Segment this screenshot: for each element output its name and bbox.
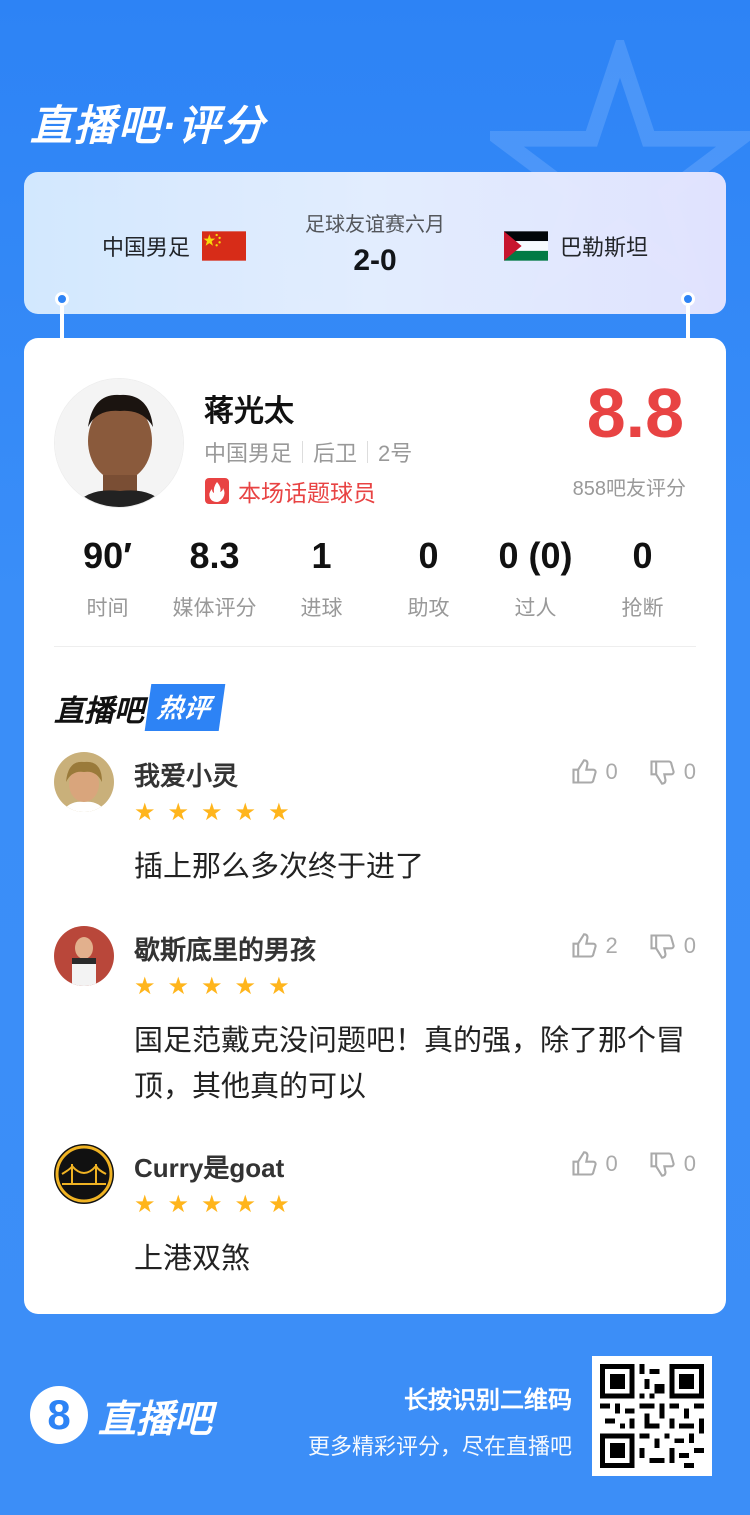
- star-rating: ★ ★ ★ ★ ★: [134, 1190, 290, 1219]
- qr-hint: 长按识别二维码: [404, 1387, 572, 1414]
- thumbs-up-icon: [571, 759, 597, 784]
- comment-text: 上港双煞: [134, 1243, 251, 1275]
- hot-player-tag: 本场话题球员: [204, 474, 376, 508]
- player-number: 2号: [378, 441, 413, 466]
- logo-icon: 8: [30, 1386, 88, 1444]
- star-icon: ★: [234, 1191, 257, 1218]
- away-team-name: 巴勒斯坦: [559, 235, 648, 260]
- user-avatar[interactable]: [54, 1144, 114, 1204]
- like-button[interactable]: 0: [570, 758, 618, 786]
- like-button[interactable]: 2: [570, 932, 618, 960]
- fire-icon: [205, 478, 229, 504]
- dislike-button[interactable]: 0: [648, 1150, 696, 1178]
- brand-title: 直播吧·评分: [30, 102, 266, 149]
- player-position: 后卫: [313, 441, 358, 466]
- star-icon: ★: [167, 799, 190, 826]
- star-icon: ★: [268, 1191, 290, 1218]
- comment-actions: 2 0: [570, 932, 696, 960]
- star-icon: ★: [134, 799, 156, 826]
- star-icon: ★: [201, 973, 223, 1000]
- star-icon: ★: [234, 973, 257, 1000]
- player-meta: 中国男足 后卫 2号: [204, 436, 412, 468]
- user-avatar[interactable]: [54, 752, 114, 812]
- fan-rating: 8.8: [586, 374, 684, 452]
- star-icon: ★: [268, 799, 290, 826]
- stat-media-rating: 8.3 媒体评分: [172, 535, 257, 620]
- logo-text: 直播吧: [98, 1398, 213, 1441]
- match-card: 中国男足 足球友谊赛六月 2-0 巴勒斯坦: [24, 172, 726, 314]
- comment-text: 插上那么多次终于进了: [134, 851, 425, 883]
- thumbs-down-icon: [650, 1152, 675, 1177]
- player-team: 中国男足: [204, 441, 293, 466]
- footer-text: 长按识别二维码 更多精彩评分，尽在直播吧: [308, 1380, 572, 1461]
- hot-tag-label: 本场话题球员: [238, 480, 376, 506]
- stat-dribbles: 0 (0) 过人: [498, 535, 573, 620]
- qr-code-icon: [600, 1364, 704, 1468]
- comment-user: Curry是goat: [134, 1153, 285, 1183]
- like-button[interactable]: 0: [570, 1150, 618, 1178]
- qr-code[interactable]: [592, 1356, 712, 1476]
- comment-actions: 0 0: [570, 758, 696, 786]
- thumbs-down-icon: [650, 934, 675, 959]
- dislike-button[interactable]: 0: [648, 758, 696, 786]
- away-team: 巴勒斯坦: [503, 230, 648, 262]
- star-icon: ★: [167, 1191, 190, 1218]
- star-icon: ★: [268, 973, 290, 1000]
- hot-comments-title: 直播吧 热评: [54, 684, 226, 731]
- star-icon: ★: [234, 799, 257, 826]
- footer-logo: 8 直播吧: [30, 1386, 212, 1444]
- player-rating-card: 蒋光太 中国男足 后卫 2号 本场话题球员 8.8 858吧友评分 90′ 时间 …: [24, 338, 726, 1314]
- stat-goals: 1 进球: [300, 535, 343, 620]
- rating-count: 858吧友评分: [572, 478, 686, 500]
- player-avatar[interactable]: [54, 378, 184, 508]
- thumbs-up-icon: [571, 933, 597, 958]
- dislike-button[interactable]: 0: [648, 932, 696, 960]
- palestine-flag-icon: [503, 231, 548, 261]
- comment-item: 歇斯底里的男孩 ★ ★ ★ ★ ★ 国足范戴克没问题吧！真的强，除了那个冒顶，其他真的可…: [54, 926, 696, 1116]
- user-avatar[interactable]: [54, 926, 114, 986]
- star-icon: ★: [201, 1191, 223, 1218]
- player-stats: 90′ 时间 8.3 媒体评分 1 进球 0 助攻 0 (0) 过人 0 抢断: [54, 534, 696, 622]
- stat-time: 90′ 时间: [83, 535, 132, 620]
- star-rating: ★ ★ ★ ★ ★: [134, 798, 290, 827]
- star-icon: ★: [167, 973, 190, 1000]
- stat-assists: 0 助攻: [407, 535, 450, 620]
- comment-item: 我爱小灵 ★ ★ ★ ★ ★ 插上那么多次终于进了 0 0: [54, 752, 696, 892]
- comment-user: 我爱小灵: [134, 761, 239, 791]
- star-icon: ★: [134, 973, 156, 1000]
- star-icon: ★: [201, 799, 223, 826]
- qr-subtitle: 更多精彩评分，尽在直播吧: [307, 1434, 572, 1459]
- comment-actions: 0 0: [570, 1150, 696, 1178]
- star-icon: ★: [134, 1191, 156, 1218]
- thumbs-up-icon: [571, 1151, 597, 1176]
- player-name: 蒋光太: [204, 395, 294, 428]
- comment-item: Curry是goat ★ ★ ★ ★ ★ 上港双煞 0 0: [54, 1144, 696, 1284]
- stat-tackles: 0 抢断: [621, 535, 664, 620]
- divider: [54, 646, 696, 647]
- star-rating: ★ ★ ★ ★ ★: [134, 972, 290, 1001]
- comment-text: 国足范戴克没问题吧！真的强，除了那个冒顶，其他真的可以: [134, 1025, 686, 1103]
- thumbs-down-icon: [650, 760, 675, 785]
- comment-user: 歇斯底里的男孩: [134, 935, 317, 965]
